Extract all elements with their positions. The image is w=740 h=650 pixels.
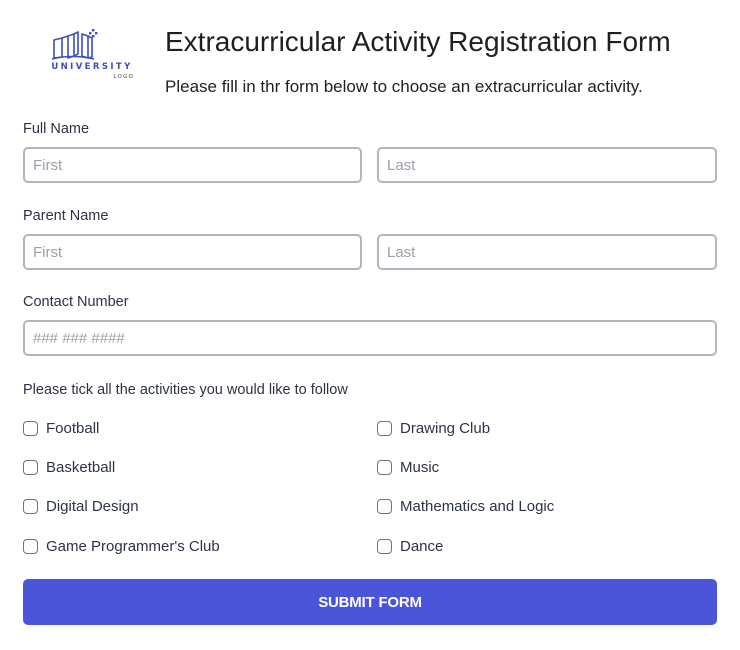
contact-number-input[interactable] — [23, 320, 717, 356]
activity-option-digital-design[interactable]: Digital Design — [23, 496, 139, 516]
parent-name-first-input[interactable] — [23, 234, 362, 270]
activity-option-football[interactable]: Football — [23, 418, 99, 438]
activity-option-label: Basketball — [46, 458, 116, 476]
checkbox[interactable] — [23, 498, 38, 514]
page-subtitle: Please fill in thr form below to choose … — [165, 77, 643, 96]
checkbox[interactable] — [23, 538, 38, 554]
form-header: UNIVERSITY LOGO Extracurricular Activity… — [0, 0, 740, 110]
full-name-label: Full Name — [23, 121, 90, 137]
activity-option-music[interactable]: Music — [377, 457, 439, 477]
activity-option-dance[interactable]: Dance — [377, 536, 443, 556]
activity-option-basketball[interactable]: Basketball — [23, 457, 115, 477]
logo-subtext: LOGO — [113, 74, 134, 80]
full-name-last-input[interactable] — [377, 147, 717, 183]
checkbox[interactable] — [23, 459, 38, 475]
activity-option-label: Game Programmer's Club — [46, 537, 220, 555]
activity-option-label: Digital Design — [46, 497, 139, 515]
checkbox[interactable] — [377, 498, 392, 514]
parent-name-last-input[interactable] — [377, 234, 717, 270]
submit-form-button[interactable]: SUBMIT FORM — [23, 579, 717, 625]
activity-option-label: Football — [46, 419, 100, 437]
checkbox[interactable] — [377, 538, 392, 554]
activity-option-label: Dance — [400, 537, 444, 555]
activity-option-label: Drawing Club — [400, 419, 491, 437]
activity-option-mathematics-and-logic[interactable]: Mathematics and Logic — [377, 496, 554, 516]
full-name-first-input[interactable] — [23, 147, 362, 183]
activity-option-drawing-club[interactable]: Drawing Club — [377, 418, 490, 438]
checkbox[interactable] — [377, 420, 392, 436]
parent-name-label: Parent Name — [23, 208, 109, 224]
activity-option-label: Mathematics and Logic — [400, 497, 555, 515]
activities-question: Please tick all the activities you would… — [23, 382, 348, 398]
contact-number-label: Contact Number — [23, 294, 129, 310]
activity-option-game-programmers-club[interactable]: Game Programmer's Club — [23, 536, 220, 556]
activity-option-label: Music — [400, 458, 440, 476]
checkbox[interactable] — [377, 459, 392, 475]
checkbox[interactable] — [23, 420, 38, 436]
book-logo-icon — [51, 29, 98, 60]
page-title: Extracurricular Activity Registration Fo… — [165, 26, 671, 57]
logo-wordmark: UNIVERSITY — [51, 62, 133, 72]
university-logo: UNIVERSITY LOGO — [48, 28, 136, 84]
